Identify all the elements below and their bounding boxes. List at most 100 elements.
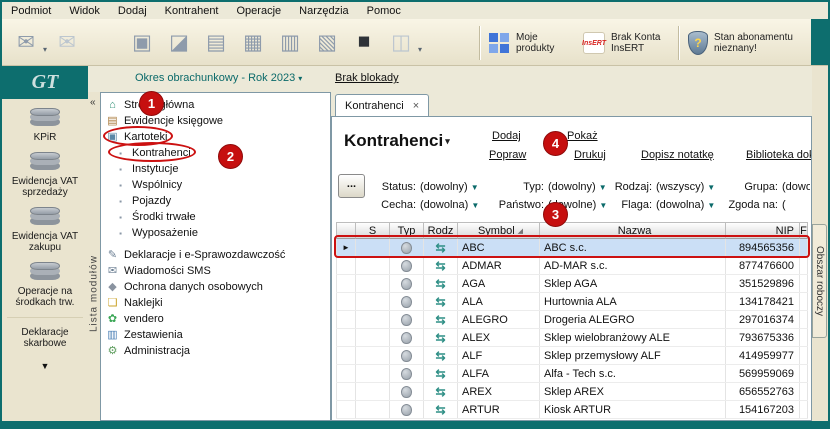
- chevron-down-icon[interactable]: ▾: [43, 45, 47, 54]
- grupa-filter[interactable]: (dowoln: [782, 181, 810, 193]
- menu-narzedzia[interactable]: Narzędzia: [290, 4, 358, 18]
- card-icon[interactable]: ▤: [200, 25, 232, 59]
- dodaj-link[interactable]: Dodaj: [492, 130, 521, 142]
- sidebar-item-ochrona-danych[interactable]: ◆Ochrona danych osobowych: [101, 279, 330, 295]
- collapse-icon[interactable]: «: [90, 97, 96, 108]
- rodzaj-arrows-icon: ⇆: [435, 278, 445, 290]
- rodzaj-arrows-icon: ⇆: [435, 332, 445, 344]
- chevron-down-icon[interactable]: ▾: [418, 45, 422, 54]
- rodzaj-arrows-icon: ⇆: [435, 314, 445, 326]
- moje-produkty-button[interactable]: Moje produkty: [489, 32, 574, 54]
- lock-status-link[interactable]: Brak blokady: [335, 72, 399, 84]
- rodzaj-filter[interactable]: (wszyscy): [656, 181, 704, 193]
- bullet-icon: ▪: [114, 227, 127, 240]
- chevron-down-icon[interactable]: ▼: [471, 183, 479, 192]
- table-row[interactable]: ⇆ AREX Sklep AREX 656552763: [336, 383, 808, 401]
- zgoda-filter[interactable]: (: [782, 199, 786, 211]
- module-label: Ewidencja VAT zakupu: [2, 231, 88, 253]
- cube-icon[interactable]: ■: [348, 25, 380, 59]
- workspace-vertical-tab[interactable]: Obszar roboczy: [812, 224, 827, 338]
- table-row[interactable]: ⇆ ALF Sklep przemysłowy ALF 414959977: [336, 347, 808, 365]
- table-row[interactable]: ⇆ ADMAR AD-MAR s.c. 877476600: [336, 257, 808, 275]
- toolbar: ✉ ▾ ✉ ▣ ◪ ▤ ▦ ▥ ▧ ■ ◫ ▾ Moje produkty In…: [2, 19, 828, 66]
- filter-options-button[interactable]: ...: [338, 174, 365, 198]
- gt-logo: GT: [2, 66, 88, 99]
- sidebar-item-zestawienia[interactable]: ▥Zestawienia: [101, 327, 330, 343]
- module-ewidencja-vat-zakupu[interactable]: Ewidencja VAT zakupu: [2, 207, 88, 253]
- jug-icon[interactable]: ◫: [385, 25, 417, 59]
- eraser-icon[interactable]: ◪: [163, 25, 195, 59]
- table-row[interactable]: ⇆ ALFA Alfa - Tech s.c. 569959069: [336, 365, 808, 383]
- sidebar-item-label: Pojazdy: [132, 195, 171, 207]
- mail-icon[interactable]: ✉: [51, 25, 83, 59]
- chevron-down-icon[interactable]: ▼: [707, 183, 715, 192]
- chevron-down-icon[interactable]: ▼: [471, 201, 479, 210]
- pokaz-link[interactable]: Pokaż: [567, 130, 598, 142]
- filter-label: Status:: [376, 181, 416, 193]
- shield-icon: ◆: [106, 281, 119, 294]
- sidebar-item-strona-glowna[interactable]: ⌂Strona główna: [101, 97, 330, 113]
- sidebar-item-pojazdy[interactable]: ▪Pojazdy: [101, 193, 330, 209]
- module-deklaracje-skarbowe[interactable]: Deklaracje skarbowe: [2, 327, 88, 349]
- chevron-down-icon[interactable]: ▼: [599, 183, 607, 192]
- module-label: KPiR: [2, 132, 88, 143]
- toolbar-icon-group: ✉ ▾ ✉ ▣ ◪ ▤ ▦ ▥ ▧ ■ ◫ ▾: [10, 25, 426, 59]
- cecha-filter[interactable]: (dowolna): [420, 199, 468, 211]
- bullet-icon: ▪: [114, 179, 127, 192]
- table-row[interactable]: ⇆ AGA Sklep AGA 351529896: [336, 275, 808, 293]
- right-rail: Obszar roboczy: [812, 66, 828, 421]
- chevron-down-icon[interactable]: ▼: [599, 201, 607, 210]
- sidebar-item-wspolnicy[interactable]: ▪Wspólnicy: [101, 177, 330, 193]
- accounting-period-dropdown[interactable]: Okres obrachunkowy - Rok 2023▾: [135, 72, 302, 84]
- sidebar-item-instytucje[interactable]: ▪Instytucje: [101, 161, 330, 177]
- typ-filter[interactable]: (dowolny): [548, 181, 596, 193]
- sidebar-item-label: vendero: [124, 313, 164, 325]
- dopisz-notatke-link[interactable]: Dopisz notatkę: [641, 149, 714, 161]
- sidebar-item-srodki-trwale[interactable]: ▪Środki trwałe: [101, 209, 330, 225]
- contractor-type-icon: [401, 296, 412, 308]
- sheets-icon[interactable]: ▧: [311, 25, 343, 59]
- biblioteka-link[interactable]: Biblioteka dok: [746, 149, 812, 161]
- table-row[interactable]: ⇆ ALEGRO Drogeria ALEGRO 297016374: [336, 311, 808, 329]
- menu-podmiot[interactable]: Podmiot: [2, 4, 60, 18]
- table-row[interactable]: ⇆ ALA Hurtownia ALA 134178421: [336, 293, 808, 311]
- sidebar-item-label: Wiadomości SMS: [124, 265, 211, 277]
- contractor-type-icon: [401, 350, 412, 362]
- module-kpir[interactable]: KPiR: [2, 108, 88, 143]
- subscription-status-button[interactable]: ? Stan abonamentu nieznany!: [688, 31, 800, 55]
- more-modules-icon[interactable]: ▼: [2, 361, 88, 371]
- sidebar-item-vendero[interactable]: ✿vendero: [101, 311, 330, 327]
- module-label: Ewidencja VAT sprzedaży: [2, 176, 88, 198]
- sidebar-item-naklejki[interactable]: ❏Naklejki: [101, 295, 330, 311]
- sidebar-item-wiadomosci-sms[interactable]: ✉Wiadomości SMS: [101, 263, 330, 279]
- module-ewidencja-vat-sprzedazy[interactable]: Ewidencja VAT sprzedaży: [2, 152, 88, 198]
- printer-icon[interactable]: ▥: [274, 25, 306, 59]
- stack-icon[interactable]: ▦: [237, 25, 269, 59]
- module-list-vertical-tab[interactable]: Lista modułów: [88, 192, 100, 332]
- sidebar-item-wyposazenie[interactable]: ▪Wyposażenie: [101, 225, 330, 241]
- chevron-down-icon[interactable]: ▼: [707, 201, 715, 210]
- send-icon[interactable]: ✉: [10, 25, 42, 59]
- status-filter[interactable]: (dowolny): [420, 181, 468, 193]
- menu-pomoc[interactable]: Pomoc: [358, 4, 410, 18]
- flaga-filter[interactable]: (dowolna): [656, 199, 704, 211]
- menu-operacje[interactable]: Operacje: [228, 4, 291, 18]
- table-row[interactable]: ⇆ ARTUR Kiosk ARTUR 154167203: [336, 401, 808, 419]
- page-title[interactable]: Kontrahenci▾: [344, 131, 450, 151]
- menu-kontrahent[interactable]: Kontrahent: [156, 4, 228, 18]
- close-icon[interactable]: ×: [413, 100, 419, 112]
- sidebar-item-deklaracje[interactable]: ✎Deklaracje i e-Sprawozdawczość: [101, 247, 330, 263]
- menu-dodaj[interactable]: Dodaj: [109, 4, 156, 18]
- sidebar-item-administracja[interactable]: ⚙Administracja: [101, 343, 330, 359]
- book-icon: ▤: [106, 115, 119, 128]
- drukuj-link[interactable]: Drukuj: [574, 149, 606, 161]
- filter-label: Flaga:: [610, 199, 652, 211]
- table-row[interactable]: ⇆ ALEX Sklep wielobranżowy ALE 793675336: [336, 329, 808, 347]
- tab-kontrahenci[interactable]: Kontrahenci ×: [335, 94, 429, 117]
- menu-widok[interactable]: Widok: [60, 4, 109, 18]
- copy-icon[interactable]: ▣: [126, 25, 158, 59]
- module-operacje-srodki-trwale[interactable]: Operacje na środkach trw.: [2, 262, 88, 308]
- brak-konta-insert-button[interactable]: InsERT Brak Konta InsERT: [583, 32, 669, 54]
- chevron-down-icon: ▾: [298, 74, 302, 83]
- popraw-link[interactable]: Popraw: [489, 149, 526, 161]
